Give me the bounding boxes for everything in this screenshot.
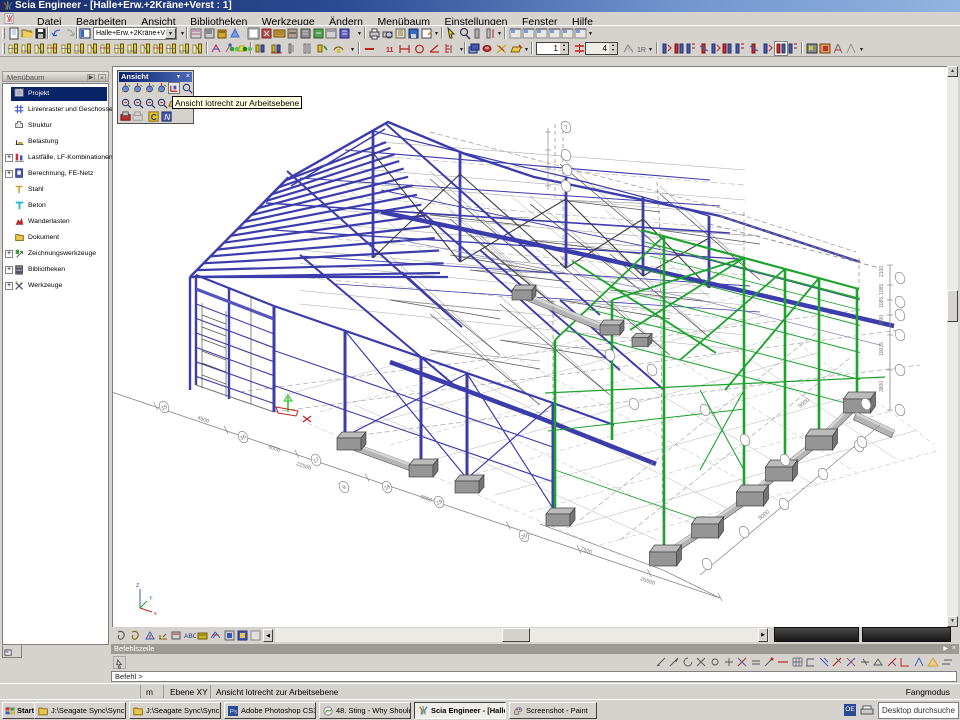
svg-text:1R: 1R — [637, 47, 646, 54]
svg-text:9000: 9000 — [419, 494, 433, 504]
svg-text:7500: 7500 — [579, 546, 593, 556]
svg-text:C: C — [151, 112, 157, 122]
svg-text:x: x — [154, 611, 157, 617]
svg-text:6000: 6000 — [267, 444, 281, 454]
svg-text:11: 11 — [386, 47, 394, 54]
svg-text:2800: 2800 — [879, 315, 885, 326]
svg-text:1085: 1085 — [879, 297, 885, 308]
svg-text:4500: 4500 — [196, 415, 210, 425]
svg-text:26500: 26500 — [639, 576, 655, 587]
svg-text:2100: 2100 — [879, 266, 885, 277]
svg-text:9000: 9000 — [758, 509, 771, 521]
svg-text:N: N — [164, 112, 170, 122]
svg-text:22500: 22500 — [295, 461, 311, 472]
svg-text:1085: 1085 — [879, 284, 885, 295]
svg-text:3800: 3800 — [879, 381, 885, 392]
svg-text:10035: 10035 — [879, 342, 885, 356]
svg-text:Y: Y — [149, 596, 153, 602]
svg-text:Ps: Ps — [230, 709, 238, 716]
svg-text:ABC: ABC — [184, 633, 196, 640]
svg-text:Z: Z — [136, 583, 140, 589]
